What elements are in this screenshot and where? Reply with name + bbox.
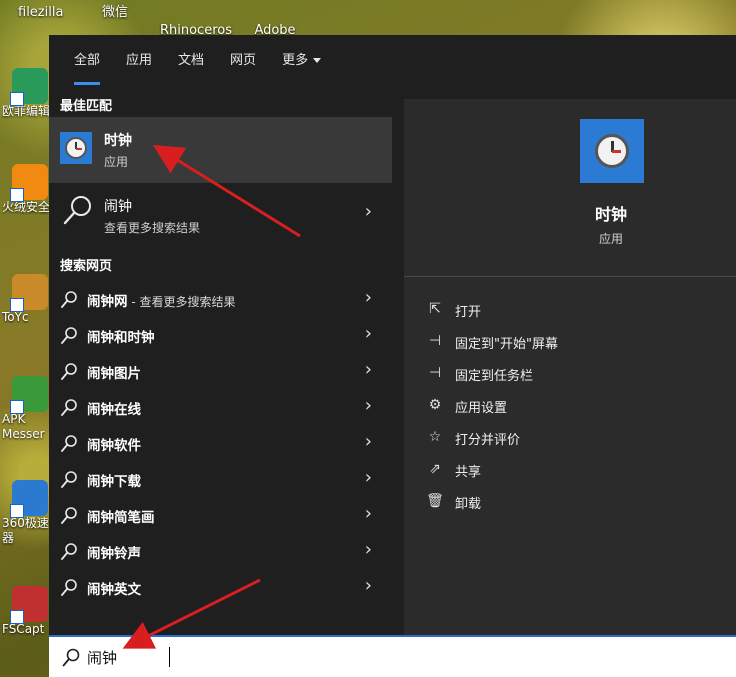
arrow-to-search-input <box>122 578 261 649</box>
annotation-arrows <box>122 144 301 649</box>
arrow-to-best-match <box>152 144 301 238</box>
